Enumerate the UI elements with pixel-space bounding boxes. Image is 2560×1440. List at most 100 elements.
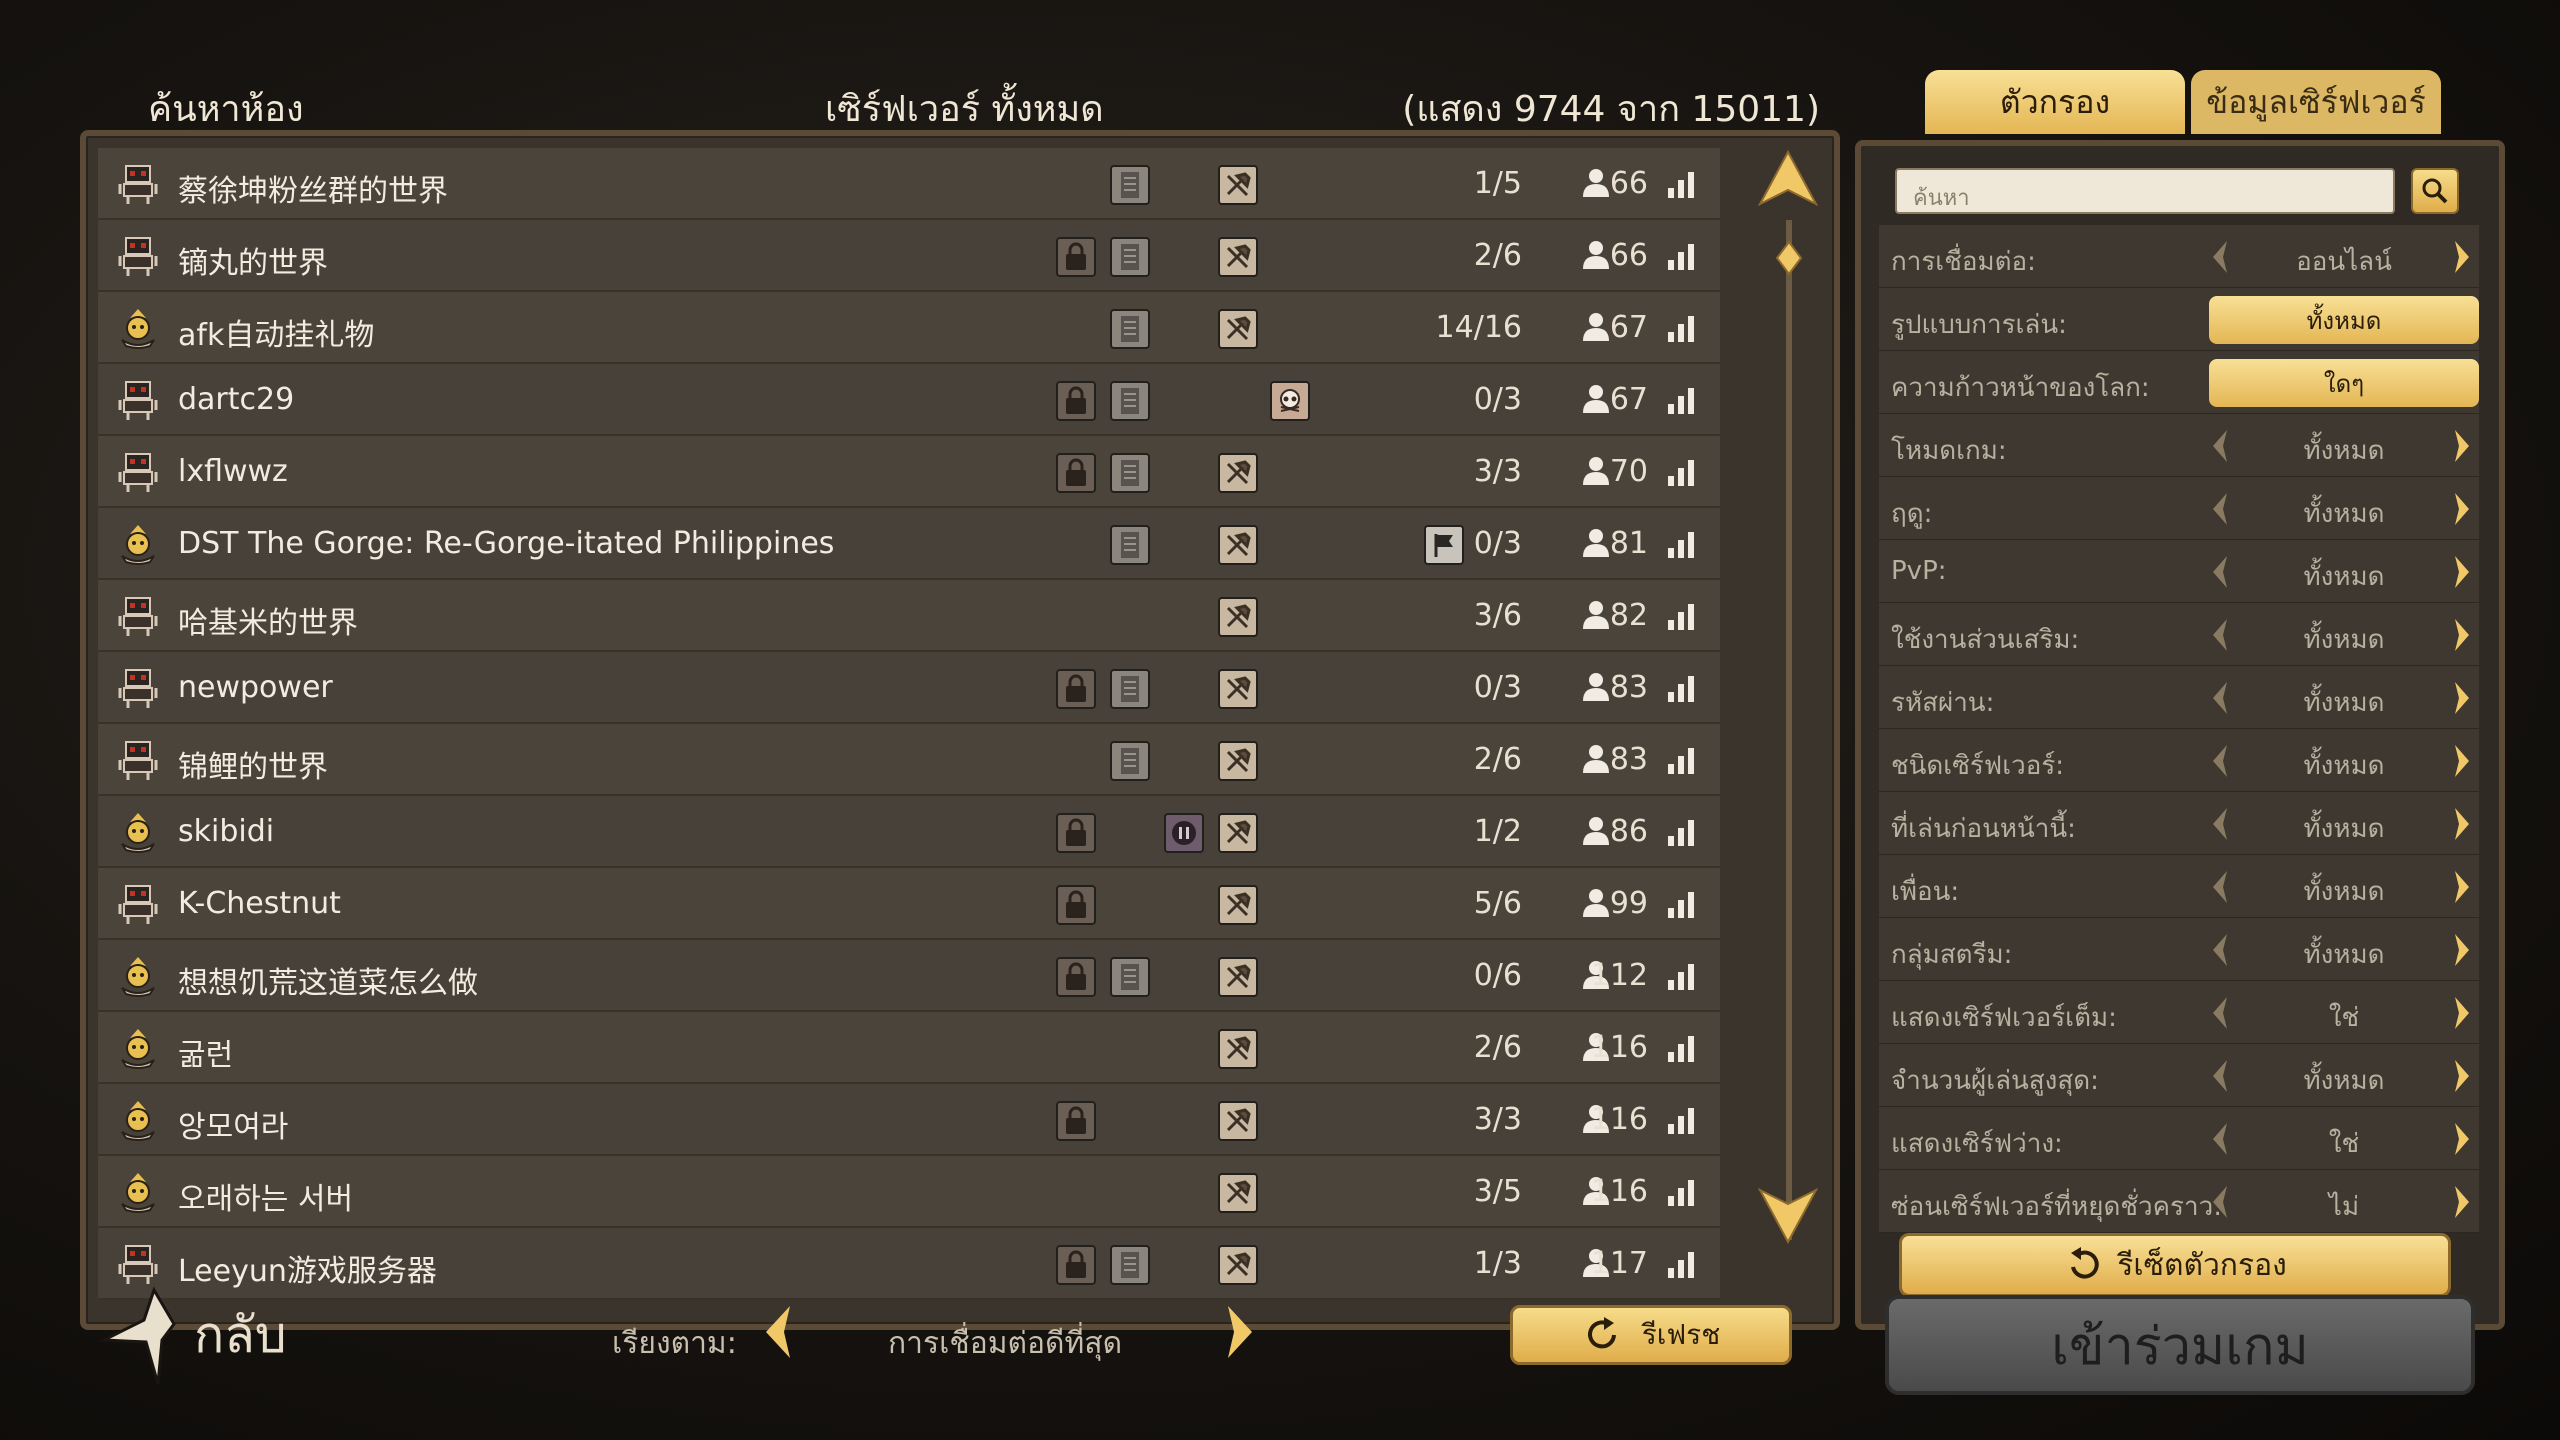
dedicated-server-icon — [1218, 741, 1258, 781]
console-icon — [116, 1170, 160, 1214]
mods-icon — [1110, 741, 1150, 781]
filter-next-arrow[interactable] — [2451, 1058, 2473, 1101]
scroll-down-arrow[interactable] — [1756, 1186, 1820, 1250]
filter-next-arrow[interactable] — [2451, 239, 2473, 282]
server-name: 哈基米的世界 — [178, 606, 358, 641]
filter-prev-arrow[interactable] — [2209, 239, 2231, 282]
player-count: 0/3 — [1473, 526, 1522, 561]
player-icon — [1582, 383, 1610, 421]
filter-next-arrow[interactable] — [2451, 554, 2473, 597]
filter-prev-arrow[interactable] — [2209, 743, 2231, 786]
filter-next-arrow[interactable] — [2451, 743, 2473, 786]
search-button[interactable] — [2411, 168, 2459, 214]
filter-next-arrow[interactable] — [2451, 1121, 2473, 1164]
server-row[interactable]: skibidi 1/2 86 — [98, 796, 1720, 868]
filter-label: ฤดู: — [1891, 499, 1933, 529]
server-row[interactable]: 想想饥荒这道菜怎么做 0/6 112 — [98, 940, 1720, 1012]
filter-next-arrow[interactable] — [2451, 1184, 2473, 1227]
server-row[interactable]: lxflwwz 3/3 70 — [98, 436, 1720, 508]
tab-server-info[interactable]: ข้อมูลเซิร์ฟเวอร์ — [2191, 70, 2441, 134]
filter-row: ที่เล่นก่อนหน้านี้: ทั้งหมด — [1879, 792, 2479, 855]
back-button[interactable]: กลับ — [84, 1280, 287, 1390]
scrollbar-track[interactable] — [1786, 220, 1792, 1240]
server-name: newpower — [178, 670, 333, 705]
server-row[interactable]: DST The Gorge: Re-Gorge-itated Philippin… — [98, 508, 1720, 580]
filter-next-arrow[interactable] — [2451, 869, 2473, 912]
player-count: 3/5 — [1473, 1174, 1522, 1209]
server-row[interactable]: K-Chestnut 5/6 99 — [98, 868, 1720, 940]
filter-next-arrow[interactable] — [2451, 680, 2473, 723]
player-icon — [1582, 815, 1610, 853]
player-count: 3/3 — [1473, 1102, 1522, 1137]
join-game-button[interactable]: เข้าร่วมเกม — [1885, 1295, 2475, 1395]
connection-bars-icon — [1668, 386, 1694, 414]
reset-filters-button[interactable]: รีเซ็ตตัวกรอง — [1899, 1233, 2451, 1297]
filter-next-arrow[interactable] — [2451, 491, 2473, 534]
server-name: 蔡徐坤粉丝群的世界 — [178, 174, 448, 209]
filter-prev-arrow[interactable] — [2209, 428, 2231, 471]
filter-prev-arrow[interactable] — [2209, 1184, 2231, 1227]
player-count: 1/3 — [1473, 1246, 1522, 1281]
server-row[interactable]: 오래하는 서버 3/5 116 — [98, 1156, 1720, 1228]
filter-next-arrow[interactable] — [2451, 995, 2473, 1038]
filter-prev-arrow[interactable] — [2209, 491, 2231, 534]
scroll-up-arrow[interactable] — [1756, 148, 1820, 212]
player-count: 3/3 — [1473, 454, 1522, 489]
mods-icon — [1110, 237, 1150, 277]
scrollbar-thumb[interactable] — [1775, 240, 1803, 280]
game-mode-flag-icon — [1424, 525, 1464, 565]
ping-value: 81 — [1609, 526, 1648, 561]
filter-next-arrow[interactable] — [2451, 932, 2473, 975]
mods-icon — [1110, 453, 1150, 493]
filter-prev-arrow[interactable] — [2209, 932, 2231, 975]
filter-prev-arrow[interactable] — [2209, 680, 2231, 723]
filter-prev-arrow[interactable] — [2209, 554, 2231, 597]
server-row[interactable]: 굶런 2/6 116 — [98, 1012, 1720, 1084]
server-row[interactable]: afk自动挂礼物 14/16 67 — [98, 292, 1720, 364]
tab-filters[interactable]: ตัวกรอง — [1925, 70, 2185, 134]
page-title: ค้นหาห้อง — [148, 89, 304, 130]
filter-prev-arrow[interactable] — [2209, 806, 2231, 849]
refresh-button[interactable]: รีเฟรช — [1510, 1305, 1792, 1365]
player-count: 2/6 — [1473, 742, 1522, 777]
server-row[interactable]: 锦鲤的世界 2/6 83 — [98, 724, 1720, 796]
filter-next-arrow[interactable] — [2451, 428, 2473, 471]
server-row[interactable]: 哈基米的世界 3/6 82 — [98, 580, 1720, 652]
dedicated-server-icon — [1218, 237, 1258, 277]
server-row[interactable]: newpower 0/3 83 — [98, 652, 1720, 724]
search-input[interactable]: ค้นหา — [1895, 168, 2395, 214]
filter-row: ฤดู: ทั้งหมด — [1879, 477, 2479, 540]
filter-prev-arrow[interactable] — [2209, 869, 2231, 912]
filter-next-arrow[interactable] — [2451, 806, 2473, 849]
pc-robot-icon — [116, 882, 160, 926]
server-count-label: (แสดง 9744 จาก 15011) — [1402, 89, 1820, 130]
connection-bars-icon — [1668, 530, 1694, 558]
filter-value: ทั้งหมด — [2303, 751, 2385, 781]
filter-value: ไม่ — [2328, 1192, 2360, 1222]
filter-prev-arrow[interactable] — [2209, 995, 2231, 1038]
filter-row: การเชื่อมต่อ: ออนไลน์ — [1879, 225, 2479, 288]
filter-value: ออนไลน์ — [2296, 247, 2392, 277]
filter-prev-arrow[interactable] — [2209, 1121, 2231, 1164]
sort-value: การเชื่อมต่อดีที่สุด — [888, 1326, 1123, 1361]
filter-label: PvP: — [1891, 556, 1947, 586]
server-name: 오래하는 서버 — [178, 1182, 354, 1217]
player-count: 3/6 — [1473, 598, 1522, 633]
server-row[interactable]: 蔡徐坤粉丝群的世界 1/5 66 — [98, 148, 1720, 220]
filter-value-button[interactable]: ทั้งหมด — [2209, 296, 2479, 344]
server-row[interactable]: Leeyun游戏服务器 1/3 117 — [98, 1228, 1720, 1300]
ping-value: 86 — [1609, 814, 1648, 849]
filter-prev-arrow[interactable] — [2209, 617, 2231, 660]
sort-next-arrow[interactable] — [1222, 1302, 1258, 1366]
server-row[interactable]: dartc29 0/3 67 — [98, 364, 1720, 436]
server-list[interactable]: 蔡徐坤粉丝群的世界 1/5 66 镝丸的世界 2/6 66 afk自动挂礼物 14/16 67 d… — [98, 148, 1720, 1318]
connection-bars-icon — [1668, 458, 1694, 486]
filter-next-arrow[interactable] — [2451, 617, 2473, 660]
ping-value: 117 — [1590, 1246, 1648, 1281]
server-row[interactable]: 앙모여라 3/3 116 — [98, 1084, 1720, 1156]
server-row[interactable]: 镝丸的世界 2/6 66 — [98, 220, 1720, 292]
sort-prev-arrow[interactable] — [760, 1302, 796, 1366]
filter-prev-arrow[interactable] — [2209, 1058, 2231, 1101]
filter-value-button[interactable]: ใดๆ — [2209, 359, 2479, 407]
dedicated-server-icon — [1218, 1101, 1258, 1141]
